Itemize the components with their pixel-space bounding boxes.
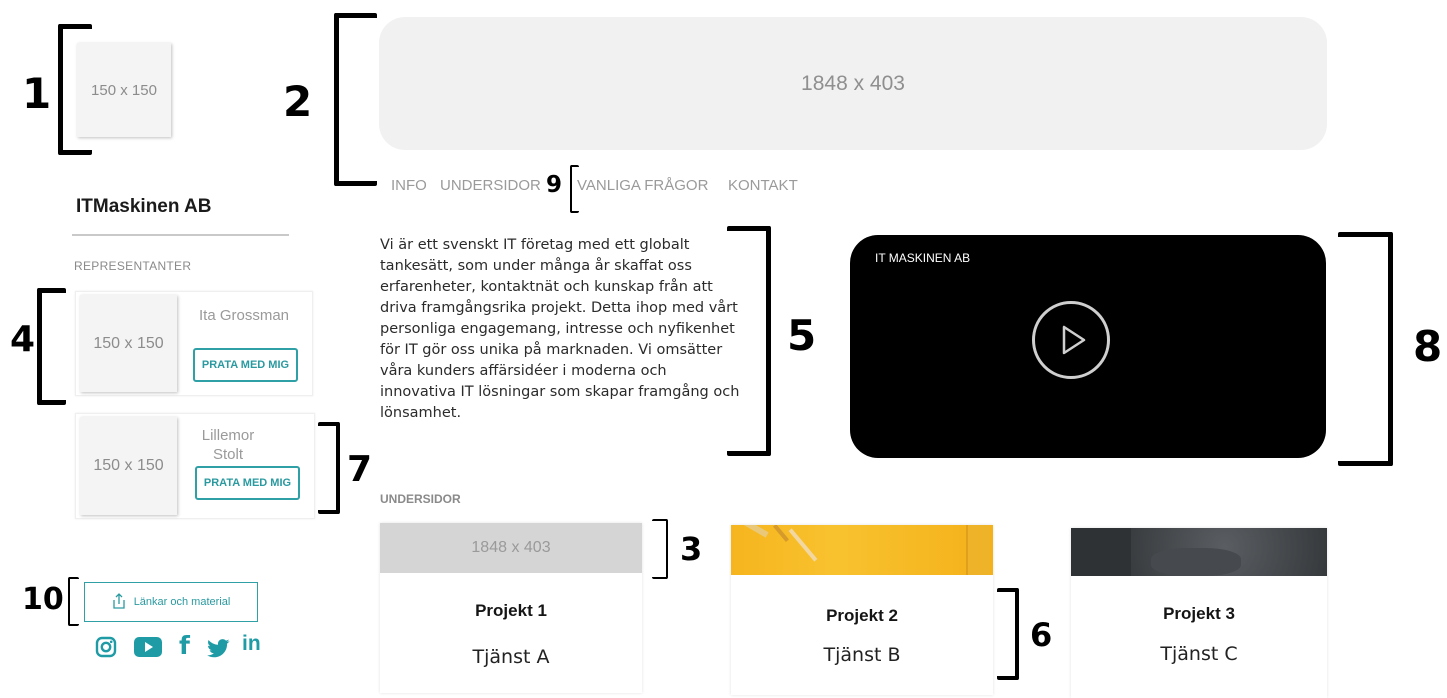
share-icon [112, 592, 126, 612]
intro-text: Vi är ett svenskt IT företag med ett glo… [380, 237, 740, 421]
annotation-bracket-8 [1338, 232, 1393, 466]
banner-placeholder: 1848 x 403 [379, 17, 1327, 150]
twitter-icon[interactable] [207, 639, 231, 664]
nav-undersidor[interactable]: UNDERSIDOR [440, 177, 541, 194]
project-name: Projekt 1 [475, 601, 547, 620]
video-player[interactable]: IT MASKINEN AB [850, 235, 1326, 458]
annotation-bracket-2 [334, 13, 377, 186]
nav-info[interactable]: INFO [391, 177, 427, 194]
representative-photo: 150 x 150 [80, 417, 177, 515]
annotation-9: 9 [546, 172, 563, 198]
video-title: IT MASKINEN AB [875, 251, 971, 265]
project-name: Projekt 2 [826, 606, 898, 625]
annotation-4: 4 [10, 319, 36, 360]
project-service: Tjänst B [823, 644, 901, 666]
project-name: Projekt 3 [1163, 604, 1235, 623]
representative-card: 150 x 150 Ita Grossman PRATA MED MIG [75, 291, 313, 396]
nav-vanliga-fragor[interactable]: VANLIGA FRÅGOR [577, 177, 708, 194]
representative-photo: 150 x 150 [80, 295, 177, 392]
links-button-label: Länkar och material [133, 596, 231, 608]
project-image [731, 525, 993, 575]
talk-to-me-button[interactable]: PRATA MED MIG [193, 348, 298, 382]
representative-name: Ita Grossman [198, 307, 290, 324]
company-name: ITMaskinen AB [76, 196, 212, 217]
annotation-1: 1 [22, 69, 52, 118]
subpages-title: UNDERSIDOR [380, 492, 461, 506]
project-service: Tjänst A [472, 646, 550, 668]
links-and-material-button[interactable]: Länkar och material [84, 582, 258, 622]
logo-placeholder: 150 x 150 [77, 43, 171, 137]
youtube-icon[interactable] [134, 637, 162, 662]
annotation-3: 3 [680, 530, 703, 568]
annotation-6: 6 [1030, 616, 1053, 654]
annotation-7: 7 [347, 449, 373, 490]
annotation-bracket-3 [652, 519, 668, 579]
annotation-bracket-7 [318, 422, 340, 514]
annotation-10: 10 [22, 582, 64, 617]
annotation-2: 2 [283, 77, 313, 126]
annotation-bracket-10 [68, 577, 79, 626]
annotation-bracket-5 [727, 226, 771, 456]
annotation-5: 5 [787, 311, 817, 360]
project-card[interactable]: Projekt 2 Tjänst B [731, 525, 993, 695]
annotation-8: 8 [1413, 322, 1443, 371]
representatives-title: REPRESENTANTER [74, 259, 192, 273]
instagram-icon[interactable] [95, 636, 117, 663]
divider [72, 234, 289, 236]
project-image-placeholder: 1848 x 403 [380, 523, 642, 573]
play-icon[interactable] [1032, 301, 1110, 379]
facebook-icon[interactable]: f [179, 631, 190, 660]
project-card[interactable]: 1848 x 403 Projekt 1 Tjänst A [380, 523, 642, 693]
talk-to-me-button[interactable]: PRATA MED MIG [195, 466, 300, 500]
project-card[interactable]: Projekt 3 Tjänst C [1071, 528, 1327, 698]
representative-card: 150 x 150 Lillemor Stolt PRATA MED MIG [75, 413, 315, 519]
annotation-bracket-6 [997, 588, 1019, 680]
nav-kontakt[interactable]: KONTAKT [728, 177, 798, 194]
annotation-bracket-4 [37, 288, 66, 405]
project-service: Tjänst C [1160, 643, 1238, 665]
project-image [1071, 528, 1327, 576]
representative-name: Lillemor Stolt [201, 427, 255, 463]
linkedin-icon[interactable]: in [242, 632, 261, 656]
